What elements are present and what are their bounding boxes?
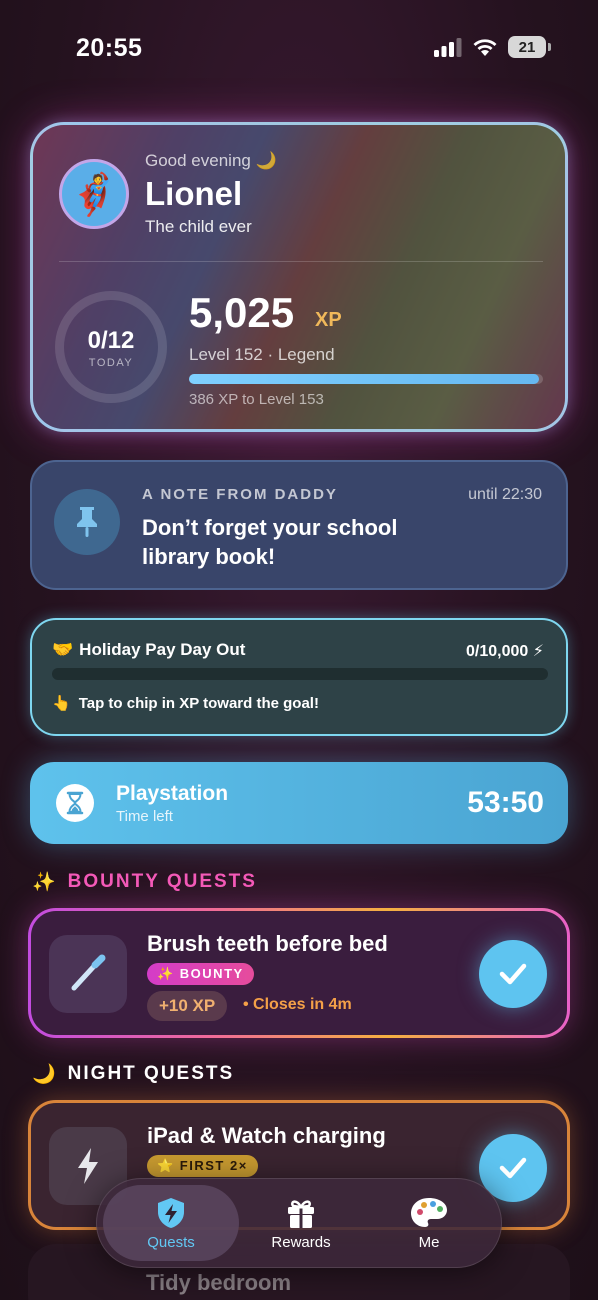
timer-value: 53:50 (467, 786, 544, 819)
holiday-hint-row[interactable]: 👆 Tap to chip in XP toward the goal! (52, 694, 319, 713)
tab-label: Me (418, 1233, 440, 1251)
divider (59, 261, 543, 262)
checkmark-icon (499, 1157, 527, 1179)
tab-me[interactable]: Me (361, 1185, 497, 1261)
greeting-text: Good evening 🌙 (145, 151, 277, 170)
profile-card[interactable]: 🦸 Good evening 🌙 Lionel The child ever 0… (30, 122, 568, 432)
holiday-progress-bar (52, 668, 548, 680)
xp-progress-fill (189, 374, 540, 384)
profile-tagline: The child ever (145, 217, 252, 236)
xp-unit: XP (315, 309, 342, 331)
tab-bar: Quests Rewards Me (96, 1178, 502, 1268)
checkmark-icon (499, 963, 527, 985)
signal-icon (434, 38, 462, 57)
bounty-badge: ✨ BOUNTY (147, 963, 254, 985)
wifi-icon (473, 39, 497, 56)
bounty-section-header: ✨ BOUNTY QUESTS (32, 870, 257, 894)
profile-name: Lionel (145, 175, 243, 212)
complete-quest-button[interactable] (479, 940, 547, 1008)
note-until: until 22:30 (468, 486, 542, 503)
tab-label: Quests (147, 1233, 195, 1251)
night-section-header: 🌙 NIGHT QUESTS (32, 1062, 234, 1086)
status-time: 20:55 (76, 34, 143, 62)
next-quest-title: Tidy bedroom (146, 1270, 292, 1295)
holiday-goal-card[interactable]: 🤝 Holiday Pay Day Out 0/10,000 ⚡ 👆 Tap t… (30, 618, 568, 736)
bounty-header-label: BOUNTY QUESTS (67, 871, 257, 892)
night-header-label: NIGHT QUESTS (67, 1063, 235, 1084)
today-label: TODAY (88, 357, 134, 369)
first-badge: ⭐ FIRST 2× (147, 1155, 258, 1177)
hourglass-icon (56, 784, 94, 822)
gift-icon (288, 1199, 314, 1228)
note-text: Don’t forget your school library book! (142, 515, 398, 569)
palette-icon (411, 1197, 447, 1227)
next-level-text: 386 XP to Level 153 (189, 391, 324, 408)
xp-progress-bar (189, 374, 543, 384)
pin-icon (54, 489, 120, 555)
timer-title: Playstation (116, 782, 229, 805)
moon-icon: 🌙 (32, 1064, 58, 1085)
quest-title: Brush teeth before bed (147, 931, 388, 956)
closes-text: • Closes in 4m (243, 996, 352, 1013)
tab-rewards[interactable]: Rewards (233, 1185, 369, 1261)
quest-title: iPad & Watch charging (147, 1123, 386, 1148)
holiday-title: Holiday Pay Day Out (79, 640, 246, 659)
xp-reward-pill: +10 XP (147, 991, 228, 1021)
note-label: A NOTE FROM DADDY (142, 486, 338, 503)
status-icons: 21 (434, 36, 551, 58)
tap-hand-icon: 👆 (52, 695, 71, 712)
battery-indicator: 21 (508, 36, 551, 58)
note-card[interactable]: A NOTE FROM DADDY until 22:30 Don’t forg… (30, 460, 568, 590)
xp-total: 5,025 (189, 289, 295, 336)
handshake-icon: 🤝 (52, 640, 74, 659)
bounty-quest-card[interactable]: Brush teeth before bed ✨ BOUNTY +10 XP •… (28, 908, 570, 1038)
avatar[interactable]: 🦸 (59, 159, 129, 229)
tab-label: Rewards (271, 1233, 331, 1251)
today-count: 0/12 (87, 327, 135, 354)
tab-quests[interactable]: Quests (103, 1185, 239, 1261)
holiday-title-row: 🤝 Holiday Pay Day Out (52, 640, 245, 660)
sparkles-icon: ✨ (32, 872, 58, 893)
holiday-progress: 0/10,000 ⚡ (466, 643, 544, 660)
timer-subtitle: Time left (116, 808, 173, 825)
holiday-hint: Tap to chip in XP toward the goal! (78, 694, 319, 712)
toothbrush-icon (49, 935, 127, 1013)
level-text: Level 152 · Legend (189, 345, 335, 364)
playstation-timer-card[interactable]: Playstation Time left 53:50 (30, 762, 568, 844)
shield-bolt-icon (158, 1197, 184, 1228)
